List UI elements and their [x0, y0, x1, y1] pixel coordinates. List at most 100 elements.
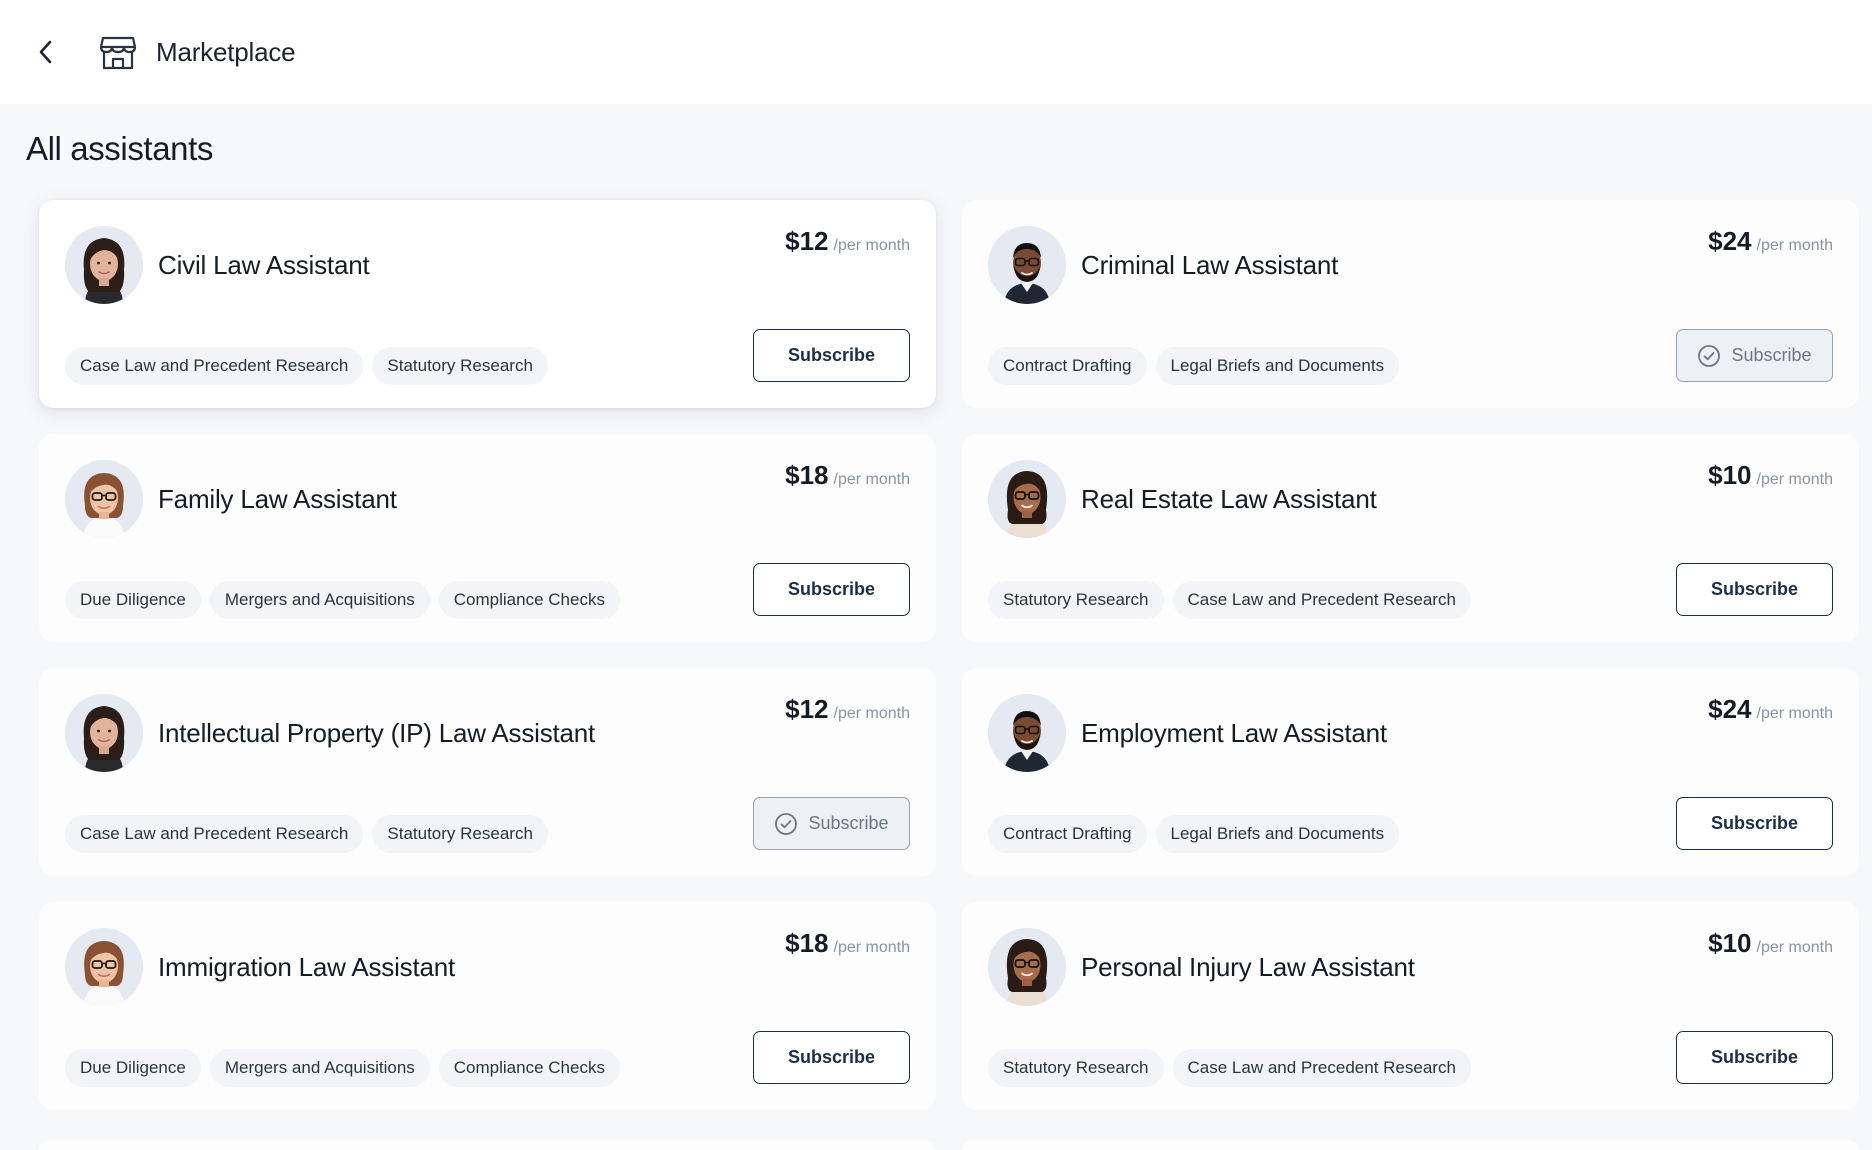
skill-tag: Contract Drafting	[988, 347, 1147, 385]
subscribe-button[interactable]: Subscribe	[1676, 1031, 1833, 1084]
assistant-card: Civil Law Assistant $12 /per month Case …	[39, 200, 936, 408]
skill-tag: Statutory Research	[372, 347, 548, 385]
chevron-left-icon	[39, 40, 52, 64]
portrait-image	[988, 226, 1066, 304]
subscribe-button[interactable]: Subscribe	[753, 797, 910, 850]
skill-tag: Due Diligence	[65, 581, 201, 619]
subscribe-button[interactable]: Subscribe	[753, 563, 910, 616]
tag-list: Contract Drafting Legal Briefs and Docume…	[988, 347, 1400, 385]
price-amount: $12	[785, 226, 829, 256]
price: $24 /per month	[1708, 226, 1833, 257]
price-amount: $10	[1708, 460, 1752, 490]
skill-tag: Case Law and Precedent Research	[65, 347, 364, 385]
assistant-card: Personal Injury Law Assistant $10 /per m…	[962, 902, 1859, 1110]
subscribe-label: Subscribe	[1710, 1047, 1799, 1067]
subscribe-button[interactable]: Subscribe	[1676, 329, 1833, 382]
back-button[interactable]	[30, 32, 62, 72]
price-period: /per month	[1756, 939, 1833, 956]
tag-list: Case Law and Precedent Research Statutory…	[65, 347, 548, 385]
price: $12 /per month	[785, 226, 910, 257]
price: $24 /per month	[1708, 694, 1833, 725]
storefront-icon	[98, 32, 138, 72]
subscribe-label: Subscribe	[1710, 813, 1799, 833]
tag-list: Due Diligence Mergers and Acquisitions Com…	[65, 581, 620, 619]
price-amount: $24	[1708, 694, 1752, 724]
price-amount: $18	[785, 928, 829, 958]
skill-tag: Case Law and Precedent Research	[1172, 581, 1471, 619]
price-amount: $18	[785, 460, 829, 490]
price: $10 /per month	[1708, 460, 1833, 491]
assistant-card: Intellectual Property (IP) Law Assistant…	[39, 668, 936, 876]
assistant-card: Immigration Law Assistant $18 /per month…	[39, 902, 936, 1110]
assistant-name: Employment Law Assistant	[1081, 718, 1387, 748]
subscribe-button[interactable]: Subscribe	[753, 1031, 910, 1084]
price: $18 /per month	[785, 928, 910, 959]
price-period: /per month	[833, 471, 910, 488]
skill-tag: Statutory Research	[988, 581, 1164, 619]
price-period: /per month	[833, 237, 910, 254]
assistant-grid: Civil Law Assistant $12 /per month Case …	[39, 200, 1859, 1110]
assistant-name: Immigration Law Assistant	[158, 952, 456, 982]
portrait-image	[988, 928, 1066, 1006]
tag-list: Case Law and Precedent Research Statutory…	[65, 815, 548, 853]
avatar	[988, 694, 1066, 772]
price-period: /per month	[1756, 471, 1833, 488]
portrait-image	[65, 226, 143, 304]
skill-tag: Case Law and Precedent Research	[65, 815, 364, 853]
top-bar: Marketplace	[0, 0, 1872, 104]
tag-list: Statutory Research Case Law and Precedent…	[988, 1049, 1471, 1087]
price-period: /per month	[833, 705, 910, 722]
portrait-image	[988, 460, 1066, 538]
price: $18 /per month	[785, 460, 910, 491]
price-amount: $12	[785, 694, 829, 724]
subscribe-label: Subscribe	[808, 813, 889, 833]
price-period: /per month	[1756, 237, 1833, 254]
subscribe-label: Subscribe	[787, 345, 876, 365]
portrait-image	[65, 694, 143, 772]
portrait-image	[65, 460, 143, 538]
skill-tag: Compliance Checks	[438, 581, 620, 619]
skill-tag: Case Law and Precedent Research	[1172, 1049, 1471, 1087]
section-title: All assistants	[26, 130, 213, 167]
check-circle-icon	[1697, 344, 1721, 368]
avatar	[65, 460, 143, 538]
assistant-name: Civil Law Assistant	[158, 250, 370, 280]
price-period: /per month	[833, 939, 910, 956]
assistant-name: Real Estate Law Assistant	[1081, 484, 1377, 514]
subscribe-label: Subscribe	[787, 579, 876, 599]
subscribe-button[interactable]: Subscribe	[753, 329, 910, 382]
assistant-name: Intellectual Property (IP) Law Assistant	[158, 718, 596, 748]
avatar	[65, 694, 143, 772]
portrait-image	[988, 694, 1066, 772]
avatar	[988, 928, 1066, 1006]
assistant-card: Real Estate Law Assistant $10 /per month…	[962, 434, 1859, 642]
subscribe-button[interactable]: Subscribe	[1676, 563, 1833, 616]
assistant-name: Criminal Law Assistant	[1081, 250, 1339, 280]
skill-tag: Contract Drafting	[988, 815, 1147, 853]
skill-tag: Legal Briefs and Documents	[1155, 347, 1400, 385]
check-circle-icon	[774, 812, 798, 836]
price: $10 /per month	[1708, 928, 1833, 959]
assistant-card: Family Law Assistant $18 /per month Due …	[39, 434, 936, 642]
tag-list: Due Diligence Mergers and Acquisitions Com…	[65, 1049, 620, 1087]
portrait-image	[65, 928, 143, 1006]
avatar	[65, 226, 143, 304]
avatar	[65, 928, 143, 1006]
tag-list: Contract Drafting Legal Briefs and Docume…	[988, 815, 1400, 853]
tag-list: Statutory Research Case Law and Precedent…	[988, 581, 1471, 619]
assistant-card: Criminal Law Assistant $24 /per month Co…	[962, 200, 1859, 408]
skill-tag: Mergers and Acquisitions	[209, 581, 430, 619]
next-card-edge	[962, 1140, 1859, 1150]
skill-tag: Statutory Research	[988, 1049, 1164, 1087]
price-period: /per month	[1756, 705, 1833, 722]
skill-tag: Compliance Checks	[438, 1049, 620, 1087]
subscribe-button[interactable]: Subscribe	[1676, 797, 1833, 850]
price-amount: $10	[1708, 928, 1752, 958]
assistant-name: Family Law Assistant	[158, 484, 397, 514]
avatar	[988, 460, 1066, 538]
avatar	[988, 226, 1066, 304]
subscribe-label: Subscribe	[1731, 345, 1812, 365]
price: $12 /per month	[785, 694, 910, 725]
price-amount: $24	[1708, 226, 1752, 256]
subscribe-label: Subscribe	[787, 1047, 876, 1067]
